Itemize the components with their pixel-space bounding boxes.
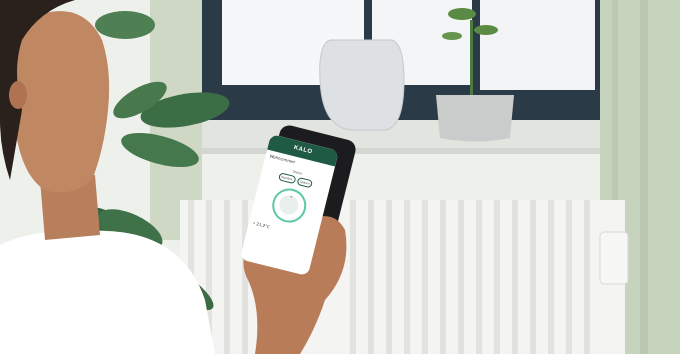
window-sill	[190, 120, 610, 150]
window-pane-right	[480, 0, 595, 90]
mode-pill-save[interactable]: Sparen	[296, 176, 314, 189]
planter-pot	[436, 95, 514, 142]
ear	[9, 81, 27, 109]
face	[13, 11, 110, 193]
brand-logo: KALO	[293, 145, 313, 156]
photo-scene	[0, 0, 680, 354]
glass-vase	[319, 39, 405, 131]
mode-pill-comfort[interactable]: Komfort	[277, 172, 297, 185]
temperature-value: 21,2°C	[255, 221, 271, 230]
